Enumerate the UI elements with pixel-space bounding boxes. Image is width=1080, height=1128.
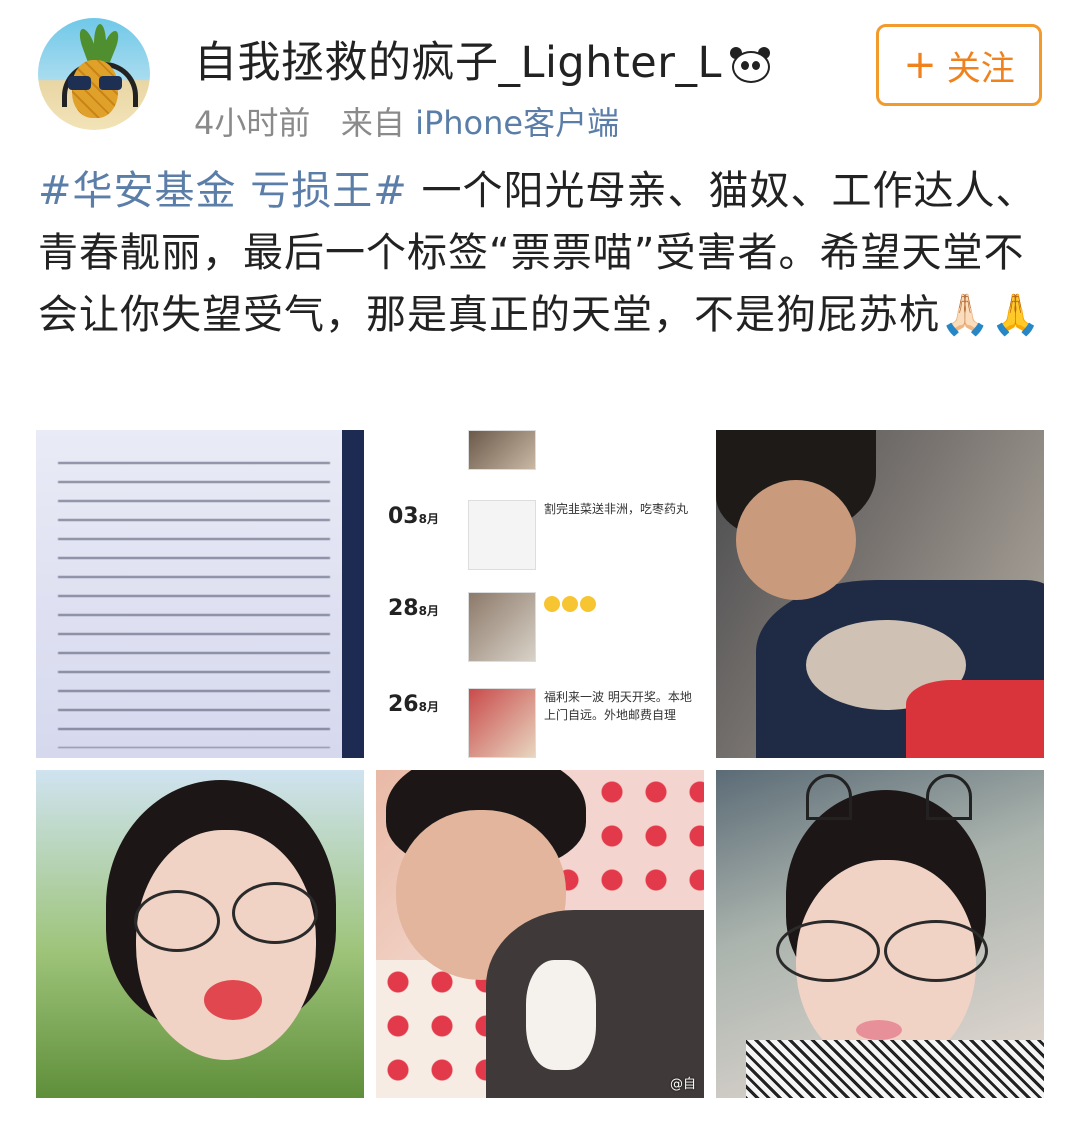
feed-emoji — [544, 596, 694, 617]
follow-button[interactable]: + 关注 — [876, 24, 1042, 106]
plus-icon: + — [903, 42, 937, 88]
image-selfie-cat[interactable]: @自 — [376, 770, 704, 1098]
panda-icon — [729, 45, 770, 83]
crying-emoji-icon — [562, 596, 578, 612]
avatar[interactable] — [38, 18, 150, 130]
feed-unit: 8月 — [418, 700, 439, 714]
sunglasses-icon — [68, 76, 122, 90]
feed-unit: 8月 — [418, 604, 439, 618]
crying-emoji-icon — [544, 596, 560, 612]
pray-emoji-icon: 🙏🏻🙏 — [940, 292, 1042, 338]
post-text: #华安基金 亏损王# 一个阳光母亲、猫奴、工作达人、青春靓丽，最后一个标签“票票… — [38, 160, 1042, 346]
post-source[interactable]: iPhone客户端 — [415, 104, 619, 142]
feed-day: 28 — [388, 596, 419, 621]
checked-shirt — [746, 1040, 1044, 1098]
post-meta: 4小时前 来自 iPhone客户端 — [194, 98, 619, 144]
image-handwritten-letter[interactable] — [36, 430, 364, 758]
feed-thumbnail — [468, 688, 536, 758]
feed-text: 割完韭菜送非洲，吃枣药丸 — [544, 502, 689, 516]
crying-emoji-icon — [580, 596, 596, 612]
feed-unit: 8月 — [418, 512, 439, 526]
cat-paw — [526, 960, 596, 1070]
watermark: @自 — [669, 1077, 696, 1092]
image-selfie-cat-ears[interactable] — [716, 770, 1044, 1098]
hashtag-link[interactable]: #华安基金 亏损王# — [38, 168, 408, 214]
cat-ear-headband-icon — [926, 774, 972, 820]
feed-thumbnail — [468, 430, 536, 470]
image-mother-with-cat[interactable] — [716, 430, 1044, 758]
image-feed-screenshot[interactable]: 038月 割完韭菜送非洲，吃枣药丸 288月 268月 福利来一波 明天开奖。本… — [376, 430, 704, 758]
feed-day: 26 — [388, 692, 419, 717]
follow-label: 关注 — [946, 48, 1015, 89]
image-selfie-garden[interactable] — [36, 770, 364, 1098]
username[interactable]: 自我拯救的疯子_Lighter_L — [194, 28, 770, 90]
feed-text: 福利来一波 明天开奖。本地上门自远。外地邮费自理 — [544, 690, 692, 722]
cat-ear-headband-icon — [806, 774, 852, 820]
username-text[interactable]: 自我拯救的疯子_Lighter_L — [194, 38, 722, 88]
post-time: 4小时前 — [194, 104, 311, 142]
source-label: 来自 — [340, 104, 405, 142]
image-grid: 038月 割完韭菜送非洲，吃枣药丸 288月 268月 福利来一波 明天开奖。本… — [36, 430, 1044, 1098]
feed-day: 03 — [388, 504, 419, 529]
feed-thumbnail — [468, 592, 536, 662]
feed-thumbnail — [468, 500, 536, 570]
